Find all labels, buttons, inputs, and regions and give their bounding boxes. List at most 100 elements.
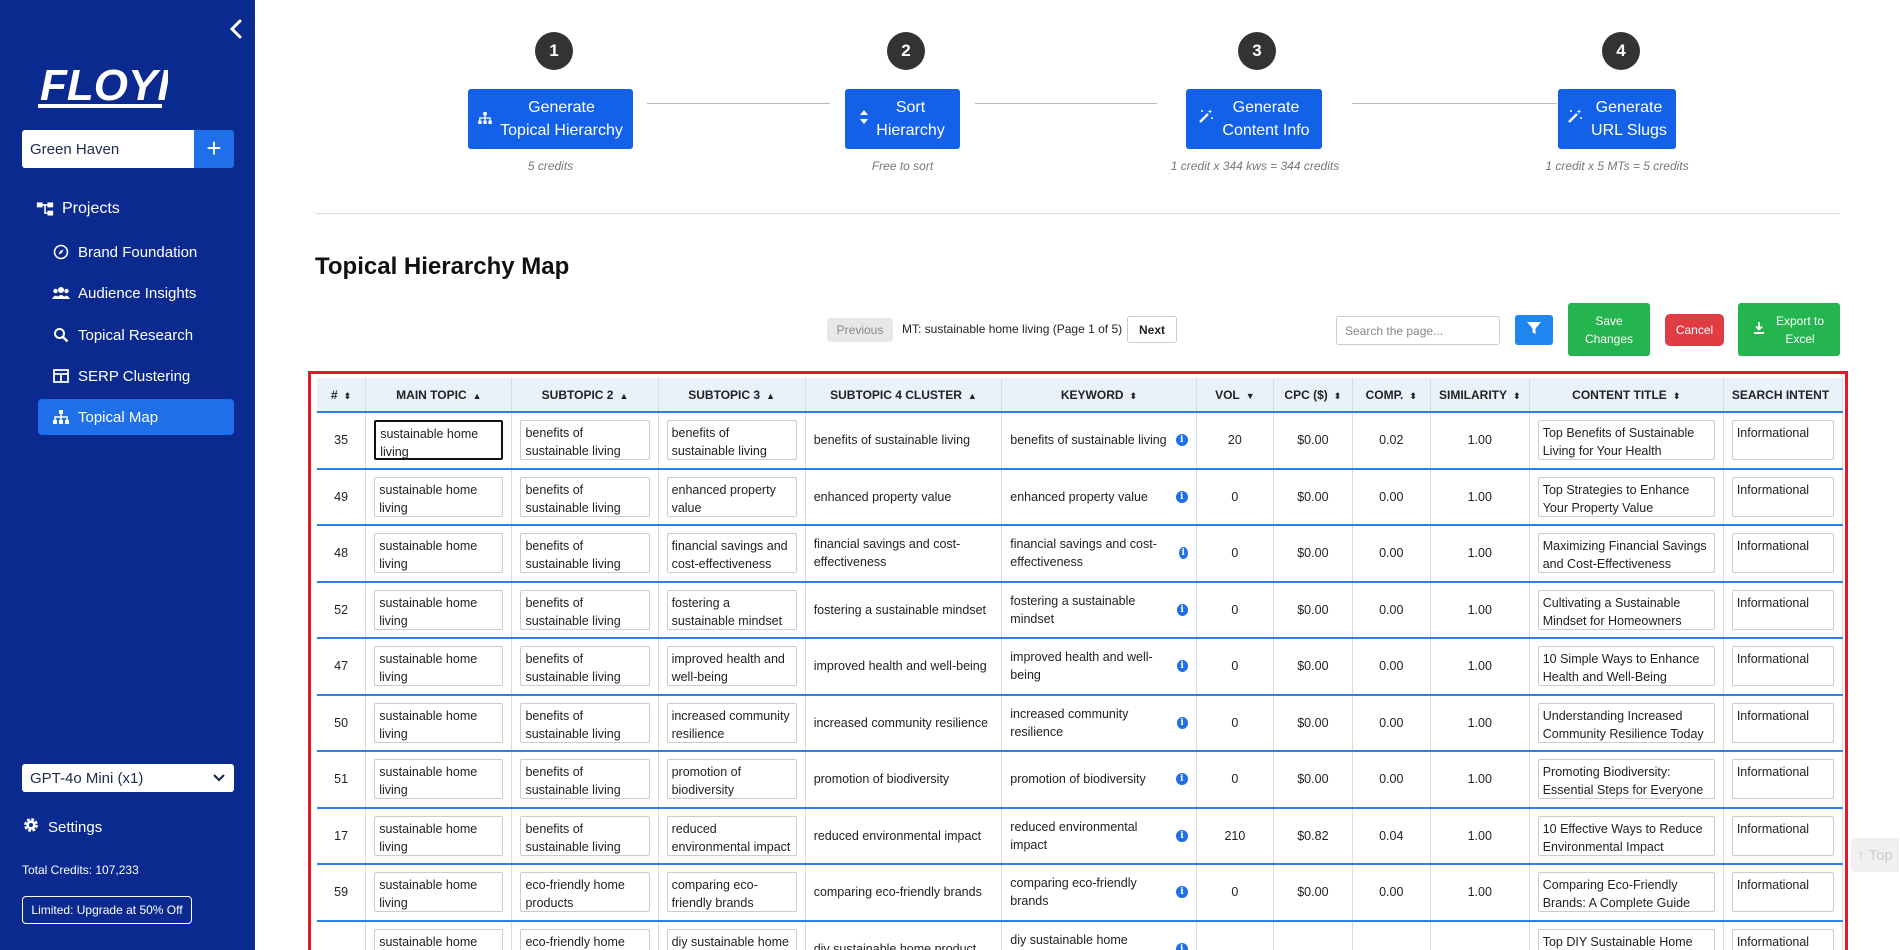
- content-title-input[interactable]: Top DIY Sustainable Home Products: [1537, 928, 1715, 950]
- subtopic-3-input[interactable]: improved health and well-being: [666, 646, 797, 687]
- content-title-input[interactable]: 10 Simple Ways to Enhance Health and Wel…: [1537, 646, 1715, 687]
- search-intent-select[interactable]: Informational: [1731, 702, 1834, 743]
- content-title-input[interactable]: 10 Effective Ways to Reduce Environmenta…: [1537, 815, 1715, 856]
- subtopic-3-input[interactable]: increased community resilience: [666, 702, 797, 743]
- info-icon[interactable]: i: [1175, 773, 1188, 786]
- back-to-top-button[interactable]: ↑ Top: [1851, 838, 1899, 872]
- main-topic-input[interactable]: sustainable home living: [374, 589, 504, 630]
- column-header[interactable]: SUBTOPIC 3 ▲: [658, 378, 806, 413]
- save-changes-button[interactable]: Save Changes: [1568, 303, 1650, 356]
- main-topic-input[interactable]: sustainable home living: [374, 533, 504, 574]
- subtopic-2-input[interactable]: benefits of sustainable living: [520, 815, 650, 856]
- subtopic-3-input[interactable]: financial savings and cost-effectiveness: [666, 533, 797, 574]
- subtopic-2-input[interactable]: benefits of sustainable living: [520, 420, 650, 461]
- export-to-excel-button[interactable]: Export to Excel: [1738, 303, 1840, 356]
- upgrade-button[interactable]: Limited: Upgrade at 50% Off: [22, 896, 192, 924]
- generate-topical-hierarchy-button[interactable]: Generate Topical Hierarchy: [468, 89, 633, 149]
- cancel-button[interactable]: Cancel: [1665, 314, 1724, 346]
- column-header[interactable]: SUBTOPIC 4 CLUSTER ▲: [805, 378, 1003, 413]
- content-title-input[interactable]: Top Benefits of Sustainable Living for Y…: [1537, 420, 1715, 461]
- search-intent-select[interactable]: Informational: [1731, 646, 1834, 687]
- settings-link[interactable]: Settings: [22, 816, 102, 838]
- sort-hierarchy-button[interactable]: Sort Hierarchy: [845, 89, 960, 149]
- info-icon[interactable]: i: [1175, 434, 1188, 447]
- column-header[interactable]: CPC ($) ⬍: [1273, 378, 1353, 413]
- main-topic-input[interactable]: sustainable home living: [374, 928, 504, 950]
- column-header[interactable]: VOL ▼: [1196, 378, 1275, 413]
- generate-content-info-button[interactable]: Generate Content Info: [1186, 89, 1322, 149]
- subtopic-3-input[interactable]: diy sustainable home products: [666, 928, 797, 950]
- generate-url-slugs-button[interactable]: Generate URL Slugs: [1558, 89, 1676, 149]
- subtopic-3-input[interactable]: reduced environmental impact: [666, 815, 797, 856]
- column-header[interactable]: MAIN TOPIC ▲: [365, 378, 513, 413]
- sidebar-item-brand-foundation[interactable]: Brand Foundation: [52, 235, 248, 269]
- content-title-input[interactable]: Cultivating a Sustainable Mindset for Ho…: [1537, 589, 1715, 630]
- main-topic-input[interactable]: sustainable home living: [374, 420, 504, 461]
- search-intent-select[interactable]: Informational: [1731, 872, 1834, 913]
- subtopic-3-input[interactable]: comparing eco-friendly brands: [666, 872, 797, 913]
- info-icon[interactable]: i: [1175, 490, 1188, 503]
- info-icon[interactable]: i: [1176, 829, 1188, 842]
- main-topic-input[interactable]: sustainable home living: [374, 759, 504, 800]
- column-header[interactable]: CONTENT TITLE ⬍: [1529, 378, 1724, 413]
- main-topic-input[interactable]: sustainable home living: [374, 702, 504, 743]
- content-title-input[interactable]: Understanding Increased Community Resili…: [1537, 702, 1715, 743]
- sidebar-item-topical-research[interactable]: Topical Research: [52, 318, 248, 352]
- column-header[interactable]: # ⬍: [317, 378, 367, 413]
- sidebar-item-serp-clustering[interactable]: SERP Clustering: [52, 359, 248, 393]
- add-project-button[interactable]: +: [194, 130, 234, 168]
- subtopic-2-input[interactable]: benefits of sustainable living: [520, 476, 650, 517]
- main-topic-input[interactable]: sustainable home living: [374, 872, 504, 913]
- column-header[interactable]: SEARCH INTENT: [1723, 378, 1843, 413]
- column-header[interactable]: SIMILARITY ⬍: [1430, 378, 1530, 413]
- row-number-cell: [317, 920, 367, 950]
- subtopic-2-input[interactable]: benefits of sustainable living: [520, 589, 650, 630]
- subtopic-3-input[interactable]: promotion of biodiversity: [666, 759, 797, 800]
- sort-icon: ▲: [967, 390, 977, 401]
- search-intent-select[interactable]: Informational: [1731, 815, 1834, 856]
- column-header[interactable]: KEYWORD ⬍: [1001, 378, 1197, 413]
- model-select[interactable]: GPT-4o Mini (x1): [22, 764, 234, 792]
- collapse-sidebar-icon[interactable]: [226, 18, 248, 40]
- subtopic-2-input[interactable]: benefits of sustainable living: [520, 646, 650, 687]
- project-name-input[interactable]: [22, 130, 194, 168]
- info-icon[interactable]: i: [1176, 886, 1188, 899]
- sidebar-item-projects[interactable]: Projects: [36, 192, 232, 226]
- search-page-input[interactable]: Search the page...: [1336, 316, 1500, 345]
- subtopic-3-input[interactable]: benefits of sustainable living: [666, 420, 797, 461]
- main-topic-input[interactable]: sustainable home living: [374, 476, 504, 517]
- subtopic-2-input[interactable]: benefits of sustainable living: [520, 533, 650, 574]
- sidebar-item-topical-map[interactable]: Topical Map: [38, 399, 234, 435]
- subtopic-2-input[interactable]: benefits of sustainable living: [520, 702, 650, 743]
- info-icon[interactable]: i: [1178, 547, 1188, 560]
- search-intent-select[interactable]: Informational: [1731, 589, 1834, 630]
- subtopic-2-cell: eco-friendly home products: [511, 920, 659, 950]
- search-intent-select[interactable]: Informational: [1731, 476, 1834, 517]
- topical-map-table-wrapper[interactable]: # ⬍ MAIN TOPIC ▲ SUBTOPIC 2 ▲ SUBTOPIC 3 ▲ S…: [317, 378, 1843, 950]
- search-intent-select[interactable]: Informational: [1731, 420, 1834, 461]
- info-icon[interactable]: i: [1175, 942, 1188, 950]
- info-icon[interactable]: i: [1176, 716, 1188, 729]
- subtopic-2-input[interactable]: eco-friendly home products: [520, 928, 650, 950]
- content-title-input[interactable]: Maximizing Financial Savings and Cost-Ef…: [1537, 533, 1715, 574]
- info-icon[interactable]: i: [1176, 603, 1188, 616]
- main-topic-input[interactable]: sustainable home living: [374, 646, 504, 687]
- search-intent-select[interactable]: Informational: [1731, 928, 1834, 950]
- content-title-input[interactable]: Top Strategies to Enhance Your Property …: [1537, 476, 1715, 517]
- content-title-input[interactable]: Promoting Biodiversity: Essential Steps …: [1537, 759, 1715, 800]
- subtopic-2-input[interactable]: benefits of sustainable living: [520, 759, 650, 800]
- subtopic-3-input[interactable]: enhanced property value: [666, 476, 797, 517]
- next-page-button[interactable]: Next: [1127, 316, 1177, 343]
- search-intent-select[interactable]: Informational: [1731, 759, 1834, 800]
- main-topic-input[interactable]: sustainable home living: [374, 815, 504, 856]
- search-intent-select[interactable]: Informational: [1731, 533, 1834, 574]
- column-header[interactable]: SUBTOPIC 2 ▲: [511, 378, 659, 413]
- subtopic-2-input[interactable]: eco-friendly home products: [520, 872, 650, 913]
- sidebar-item-audience-insights[interactable]: Audience Insights: [52, 276, 248, 310]
- subtopic-3-input[interactable]: fostering a sustainable mindset: [666, 589, 797, 630]
- previous-page-button[interactable]: Previous: [827, 318, 893, 342]
- filter-button[interactable]: [1515, 315, 1553, 345]
- content-title-input[interactable]: Comparing Eco-Friendly Brands: A Complet…: [1537, 872, 1715, 913]
- column-header[interactable]: COMP. ⬍: [1352, 378, 1431, 413]
- info-icon[interactable]: i: [1176, 660, 1188, 673]
